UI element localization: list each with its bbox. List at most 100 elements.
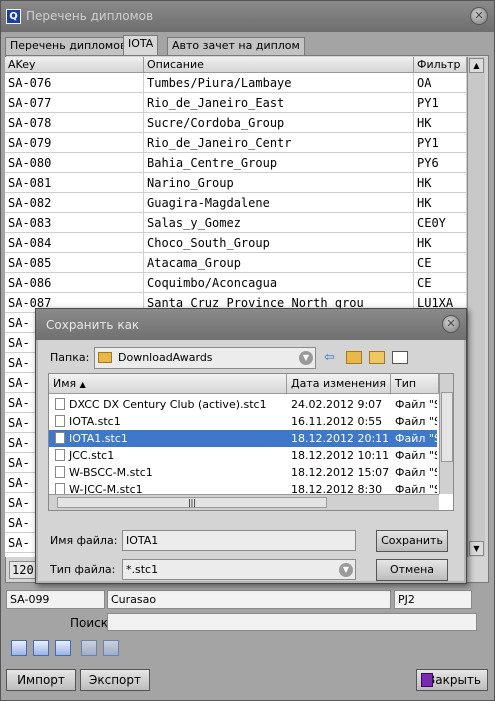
cell-akey: SA-081: [5, 173, 144, 193]
file-icon: [55, 398, 65, 410]
add-record-icon[interactable]: [33, 640, 49, 656]
cell-akey: SA-079: [5, 133, 144, 153]
file-date: 18.12.2012 10:11: [291, 449, 390, 462]
table-icon[interactable]: [11, 640, 27, 656]
cell-filter: CE: [414, 273, 467, 293]
tab-iota[interactable]: IOTA: [123, 35, 159, 55]
cell-filter: HK: [414, 233, 467, 253]
cell-description: Rio_de_Janeiro_East: [144, 93, 414, 113]
edit-record-icon[interactable]: [55, 640, 71, 656]
tab-auto-credit[interactable]: Авто зачет на диплом: [167, 37, 305, 55]
cell-akey: SA-076: [5, 73, 144, 93]
table-row[interactable]: SA-085 Atacama_Group CE: [5, 253, 467, 273]
cell-description: Choco_South_Group: [144, 233, 414, 253]
save-as-dialog: Сохранить как ✕ Папка: DownloadAwards ▼ …: [35, 308, 467, 584]
table-row[interactable]: SA-082 Guagira-Magdalene HK: [5, 193, 467, 213]
cell-filter: PY1: [414, 93, 467, 113]
cell-description: Rio_de_Janeiro_Centr: [144, 133, 414, 153]
cell-akey: SA-080: [5, 153, 144, 173]
column-header-name[interactable]: Имя ▲: [49, 374, 287, 394]
column-header-date[interactable]: Дата изменения: [287, 374, 391, 394]
file-name-text: W-BSCC-M.stc1: [69, 466, 153, 479]
cell-filter: HK: [414, 193, 467, 213]
up-folder-icon[interactable]: [346, 351, 362, 364]
vertical-scroll-thumb[interactable]: [441, 392, 453, 462]
file-date: 18.12.2012 20:11: [291, 432, 390, 445]
window-title: Перечень дипломов: [26, 9, 154, 23]
table-row[interactable]: SA-083 Salas_y_Gomez CE0Y: [5, 213, 467, 233]
filetype-chevron-down-icon[interactable]: ▼: [339, 563, 353, 577]
close-icon[interactable]: ✕: [470, 7, 488, 25]
table-row[interactable]: SA-086 Coquimbo/Aconcagua CE: [5, 273, 467, 293]
refresh-icon[interactable]: [103, 640, 119, 656]
cancel-button[interactable]: Отмена: [376, 559, 448, 581]
dialog-title-bar[interactable]: Сохранить как ✕: [36, 309, 466, 340]
new-folder-icon[interactable]: [369, 351, 385, 364]
filename-input[interactable]: IOTA1: [122, 530, 356, 551]
file-list-vertical-scrollbar[interactable]: [439, 374, 453, 494]
grid-vertical-scrollbar[interactable]: ▲ ▼: [467, 57, 485, 557]
column-header-akey[interactable]: AKey: [5, 57, 144, 73]
scroll-up-icon[interactable]: ▲: [469, 58, 484, 73]
back-icon[interactable]: ⇦: [324, 350, 335, 365]
delete-record-icon[interactable]: [81, 640, 97, 656]
table-row[interactable]: SA-076 Tumbes/Piura/Lambaye OA: [5, 73, 467, 93]
file-list-item[interactable]: DXCC DX Century Club (active).stc1 24.02.…: [49, 396, 437, 413]
table-row[interactable]: SA-084 Choco_South_Group HK: [5, 233, 467, 253]
file-name: JCC.stc1: [55, 447, 285, 464]
file-list-item[interactable]: W-BSCC-M.stc1 18.12.2012 15:07 Файл "S: [49, 464, 437, 481]
import-button[interactable]: Импорт: [6, 669, 76, 691]
close-button[interactable]: Закрыть: [416, 669, 488, 691]
view-menu-icon[interactable]: [392, 351, 408, 364]
cell-akey: SA-077: [5, 93, 144, 113]
file-list-item[interactable]: IOTA.stc1 16.11.2012 0:55 Файл "S: [49, 413, 437, 430]
tab-awards-list[interactable]: Перечень дипломов: [5, 37, 132, 55]
dialog-close-icon[interactable]: ✕: [442, 315, 460, 333]
table-row[interactable]: SA-081 Narino_Group HK: [5, 173, 467, 193]
file-name: IOTA1.stc1: [55, 430, 285, 447]
table-row[interactable]: SA-079 Rio_de_Janeiro_Centr PY1: [5, 133, 467, 153]
title-bar[interactable]: Q Перечень дипломов ✕: [1, 1, 494, 32]
cell-filter: HK: [414, 173, 467, 193]
file-list[interactable]: Имя ▲ Дата изменения Тип DXCC DX Century…: [48, 373, 454, 511]
dialog-title: Сохранить как: [46, 318, 140, 332]
save-button[interactable]: Сохранить: [376, 530, 448, 552]
column-header-type[interactable]: Тип: [391, 374, 439, 394]
table-row[interactable]: SA-078 Sucre/Cordoba_Group HK: [5, 113, 467, 133]
file-list-item[interactable]: IOTA1.stc1 18.12.2012 20:11 Файл "S: [49, 430, 437, 447]
search-input[interactable]: [107, 613, 477, 631]
cell-filter: CE0Y: [414, 213, 467, 233]
horizontal-scroll-thumb[interactable]: |||: [57, 497, 327, 508]
table-row[interactable]: SA-080 Bahia_Centre_Group PY6: [5, 153, 467, 173]
chevron-down-icon[interactable]: ▼: [299, 351, 313, 365]
file-list-horizontal-scrollbar[interactable]: |||: [49, 494, 439, 510]
column-header-description[interactable]: Описание: [144, 57, 414, 73]
file-list-item[interactable]: JCC.stc1 18.12.2012 10:11 Файл "S: [49, 447, 437, 464]
cell-description: Tumbes/Piura/Lambaye: [144, 73, 414, 93]
file-date: 24.02.2012 9:07: [291, 398, 383, 411]
scroll-down-icon[interactable]: ▼: [469, 541, 484, 556]
filetype-select[interactable]: *.stc1 ▼: [122, 559, 356, 580]
folder-select[interactable]: DownloadAwards ▼: [94, 347, 316, 369]
prefix-field[interactable]: PJ2: [394, 590, 472, 609]
folder-icon: [98, 352, 112, 363]
filetype-value: *.stc1: [126, 563, 159, 576]
grid-header: AKey Описание Фильтр: [5, 57, 467, 73]
akey-field[interactable]: SA-099: [6, 590, 105, 609]
cell-filter: PY6: [414, 153, 467, 173]
folder-value: DownloadAwards: [118, 351, 213, 364]
cell-description: Narino_Group: [144, 173, 414, 193]
column-header-filter[interactable]: Фильтр: [414, 57, 467, 73]
export-button[interactable]: Экспорт: [80, 669, 150, 691]
cell-description: Atacama_Group: [144, 253, 414, 273]
file-name: IOTA.stc1: [55, 413, 285, 430]
file-type: Файл "S: [395, 398, 437, 411]
search-label: Поиск: [70, 616, 109, 630]
name-field[interactable]: Curasao: [107, 590, 391, 609]
table-row[interactable]: SA-077 Rio_de_Janeiro_East PY1: [5, 93, 467, 113]
file-icon: [55, 415, 65, 427]
cell-description: Sucre/Cordoba_Group: [144, 113, 414, 133]
file-type: Файл "S: [395, 449, 437, 462]
cell-description: Salas_y_Gomez: [144, 213, 414, 233]
cell-filter: OA: [414, 73, 467, 93]
